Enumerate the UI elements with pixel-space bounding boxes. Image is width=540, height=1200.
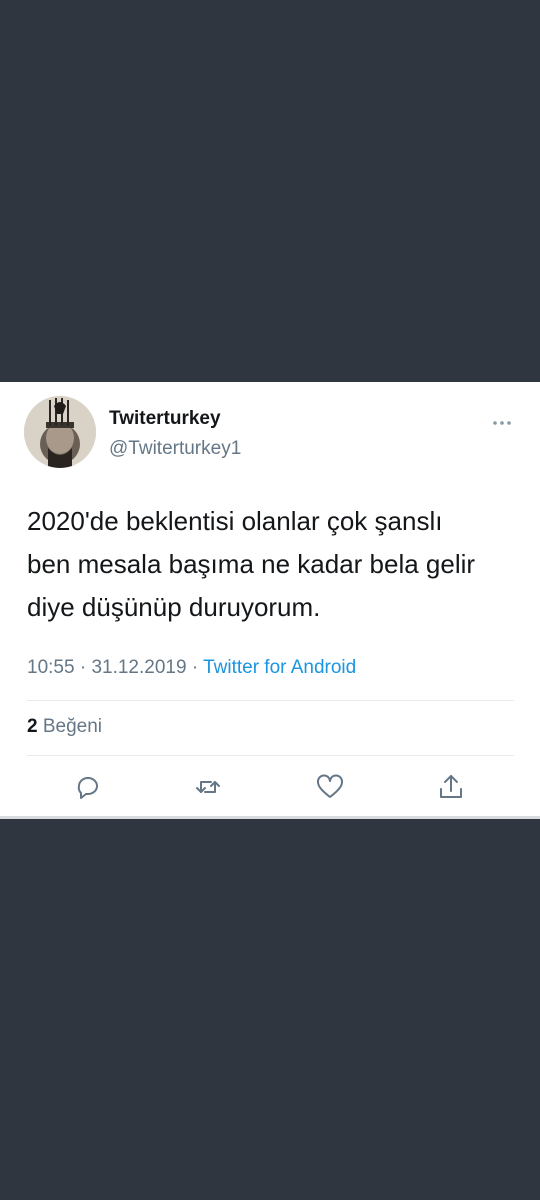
tweet-text-line: ben mesala başıma ne kadar bela gelir	[27, 549, 476, 579]
likes-label: Beğeni	[42, 716, 103, 737]
tweet-time: 10:55	[27, 657, 75, 678]
meta-separator: ·	[191, 657, 199, 678]
tweet-text-line: 2020'de beklentisi olanlar çok şanslı	[27, 506, 443, 536]
user-handle[interactable]: @Twiterturkey1	[109, 438, 241, 460]
display-name[interactable]: Twiterturkey	[109, 408, 221, 430]
tweet-text-line: diye düşünüp duruyorum.	[27, 592, 321, 622]
divider	[27, 700, 514, 701]
tweet-date: 31.12.2019	[91, 657, 187, 678]
tweet-text: 2020'de beklentisi olanlar çok şanslı be…	[27, 500, 517, 629]
tweet-source-link[interactable]: Twitter for Android	[203, 657, 356, 678]
divider	[27, 755, 514, 756]
like-button[interactable]	[315, 772, 345, 802]
likes-count: 2	[27, 716, 38, 737]
screenshot-page: Twiterturkey @Twiterturkey1 2020'de bekl…	[0, 0, 540, 1200]
heart-icon	[317, 774, 343, 798]
reply-button[interactable]	[73, 772, 103, 802]
share-button[interactable]	[436, 772, 466, 802]
more-horizontal-icon	[493, 421, 511, 425]
more-options-icon[interactable]	[490, 416, 514, 428]
tweet-metadata: 10:55 · 31.12.2019 · Twitter for Android	[27, 657, 356, 679]
avatar-image	[24, 396, 96, 468]
share-icon	[440, 775, 462, 798]
likes-summary[interactable]: 2 Beğeni	[27, 716, 102, 738]
retweet-button[interactable]	[193, 772, 223, 802]
meta-separator: ·	[79, 657, 87, 678]
reply-icon	[77, 777, 98, 799]
card-bottom-edge	[0, 816, 540, 819]
retweet-icon	[196, 781, 220, 793]
avatar[interactable]	[24, 396, 96, 468]
